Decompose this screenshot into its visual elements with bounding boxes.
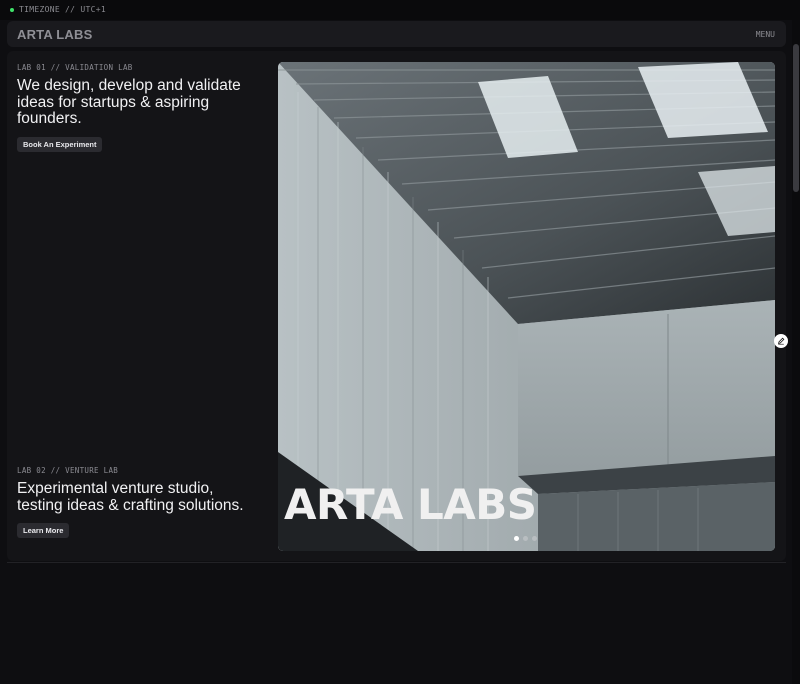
pencil-icon [777,332,785,350]
lab-02-label: LAB 02 // VENTURE LAB [17,466,119,475]
edit-button[interactable] [774,334,788,348]
lab-02-block: LAB 02 // VENTURE LAB Experimental ventu… [17,466,257,538]
hero-image: ARTA LABS [278,62,775,551]
menu-button[interactable]: MENU [756,30,775,39]
top-bar: TIMEZONE // UTC+1 [0,0,800,20]
carousel-dots [514,536,537,541]
lab-01-label: LAB 01 // VALIDATION LAB [17,63,133,72]
carousel-dot-2[interactable] [523,536,528,541]
lab-01-block: LAB 01 // VALIDATION LAB We design, deve… [17,63,257,152]
lab-02-title: Experimental venture studio, testing ide… [17,480,244,514]
section-divider [7,562,786,563]
timezone-indicator: TIMEZONE // UTC+1 [10,5,106,14]
timezone-text: TIMEZONE // UTC+1 [19,5,106,14]
hero-section: LAB 01 // VALIDATION LAB We design, deve… [7,51,786,561]
scrollbar-thumb[interactable] [793,44,799,192]
lab-01-title: We design, develop and validate ideas fo… [17,77,241,127]
carousel-dot-3[interactable] [532,536,537,541]
learn-more-button[interactable]: Learn More [17,523,70,538]
site-header: ARTA LABS MENU [7,21,786,47]
logo[interactable]: ARTA LABS [17,27,92,42]
hero-title: ARTA LABS [284,480,537,529]
book-experiment-button[interactable]: Book An Experiment [17,136,103,152]
scrollbar-track[interactable] [792,20,800,684]
architecture-photo [278,62,775,551]
status-dot-icon [10,7,14,12]
carousel-dot-1[interactable] [514,536,519,541]
